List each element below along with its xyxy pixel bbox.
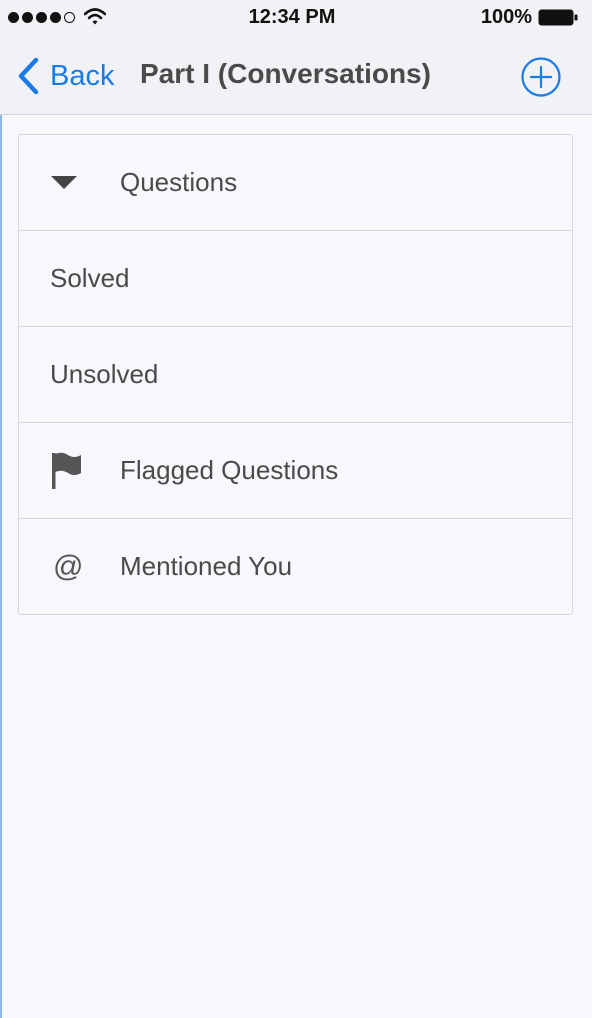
list-item-label: Unsolved bbox=[50, 359, 159, 389]
list-item-mentioned-you[interactable]: @ Mentioned You bbox=[19, 519, 572, 614]
window-edge bbox=[0, 0, 2, 1018]
back-button[interactable]: Back bbox=[16, 56, 114, 96]
conversation-filter-list: Questions Solved Unsolved Flagged Questi… bbox=[18, 134, 573, 615]
page-title: Part I (Conversations) bbox=[140, 58, 431, 89]
back-label: Back bbox=[50, 59, 115, 92]
list-item-unsolved[interactable]: Unsolved bbox=[19, 327, 572, 423]
add-icon[interactable] bbox=[520, 56, 562, 98]
battery-icon bbox=[538, 9, 578, 26]
list-item-questions[interactable]: Questions bbox=[19, 135, 572, 231]
list-item-label: Flagged Questions bbox=[120, 455, 339, 485]
flag-icon bbox=[49, 451, 83, 491]
navigation-bar: Back Part I (Conversations) bbox=[0, 36, 592, 115]
list-item-solved[interactable]: Solved bbox=[19, 231, 572, 327]
at-icon: @ bbox=[53, 549, 84, 583]
triangle-down-icon bbox=[49, 175, 79, 191]
list-item-label: Solved bbox=[50, 263, 130, 293]
chevron-left-icon bbox=[18, 57, 39, 95]
list-item-flagged-questions[interactable]: Flagged Questions bbox=[19, 423, 572, 519]
list-item-label: Mentioned You bbox=[120, 551, 293, 581]
status-bar: 12:34 PM 100% bbox=[0, 0, 592, 36]
list-item-label: Questions bbox=[120, 167, 238, 197]
battery-percentage: 100% bbox=[480, 6, 532, 28]
